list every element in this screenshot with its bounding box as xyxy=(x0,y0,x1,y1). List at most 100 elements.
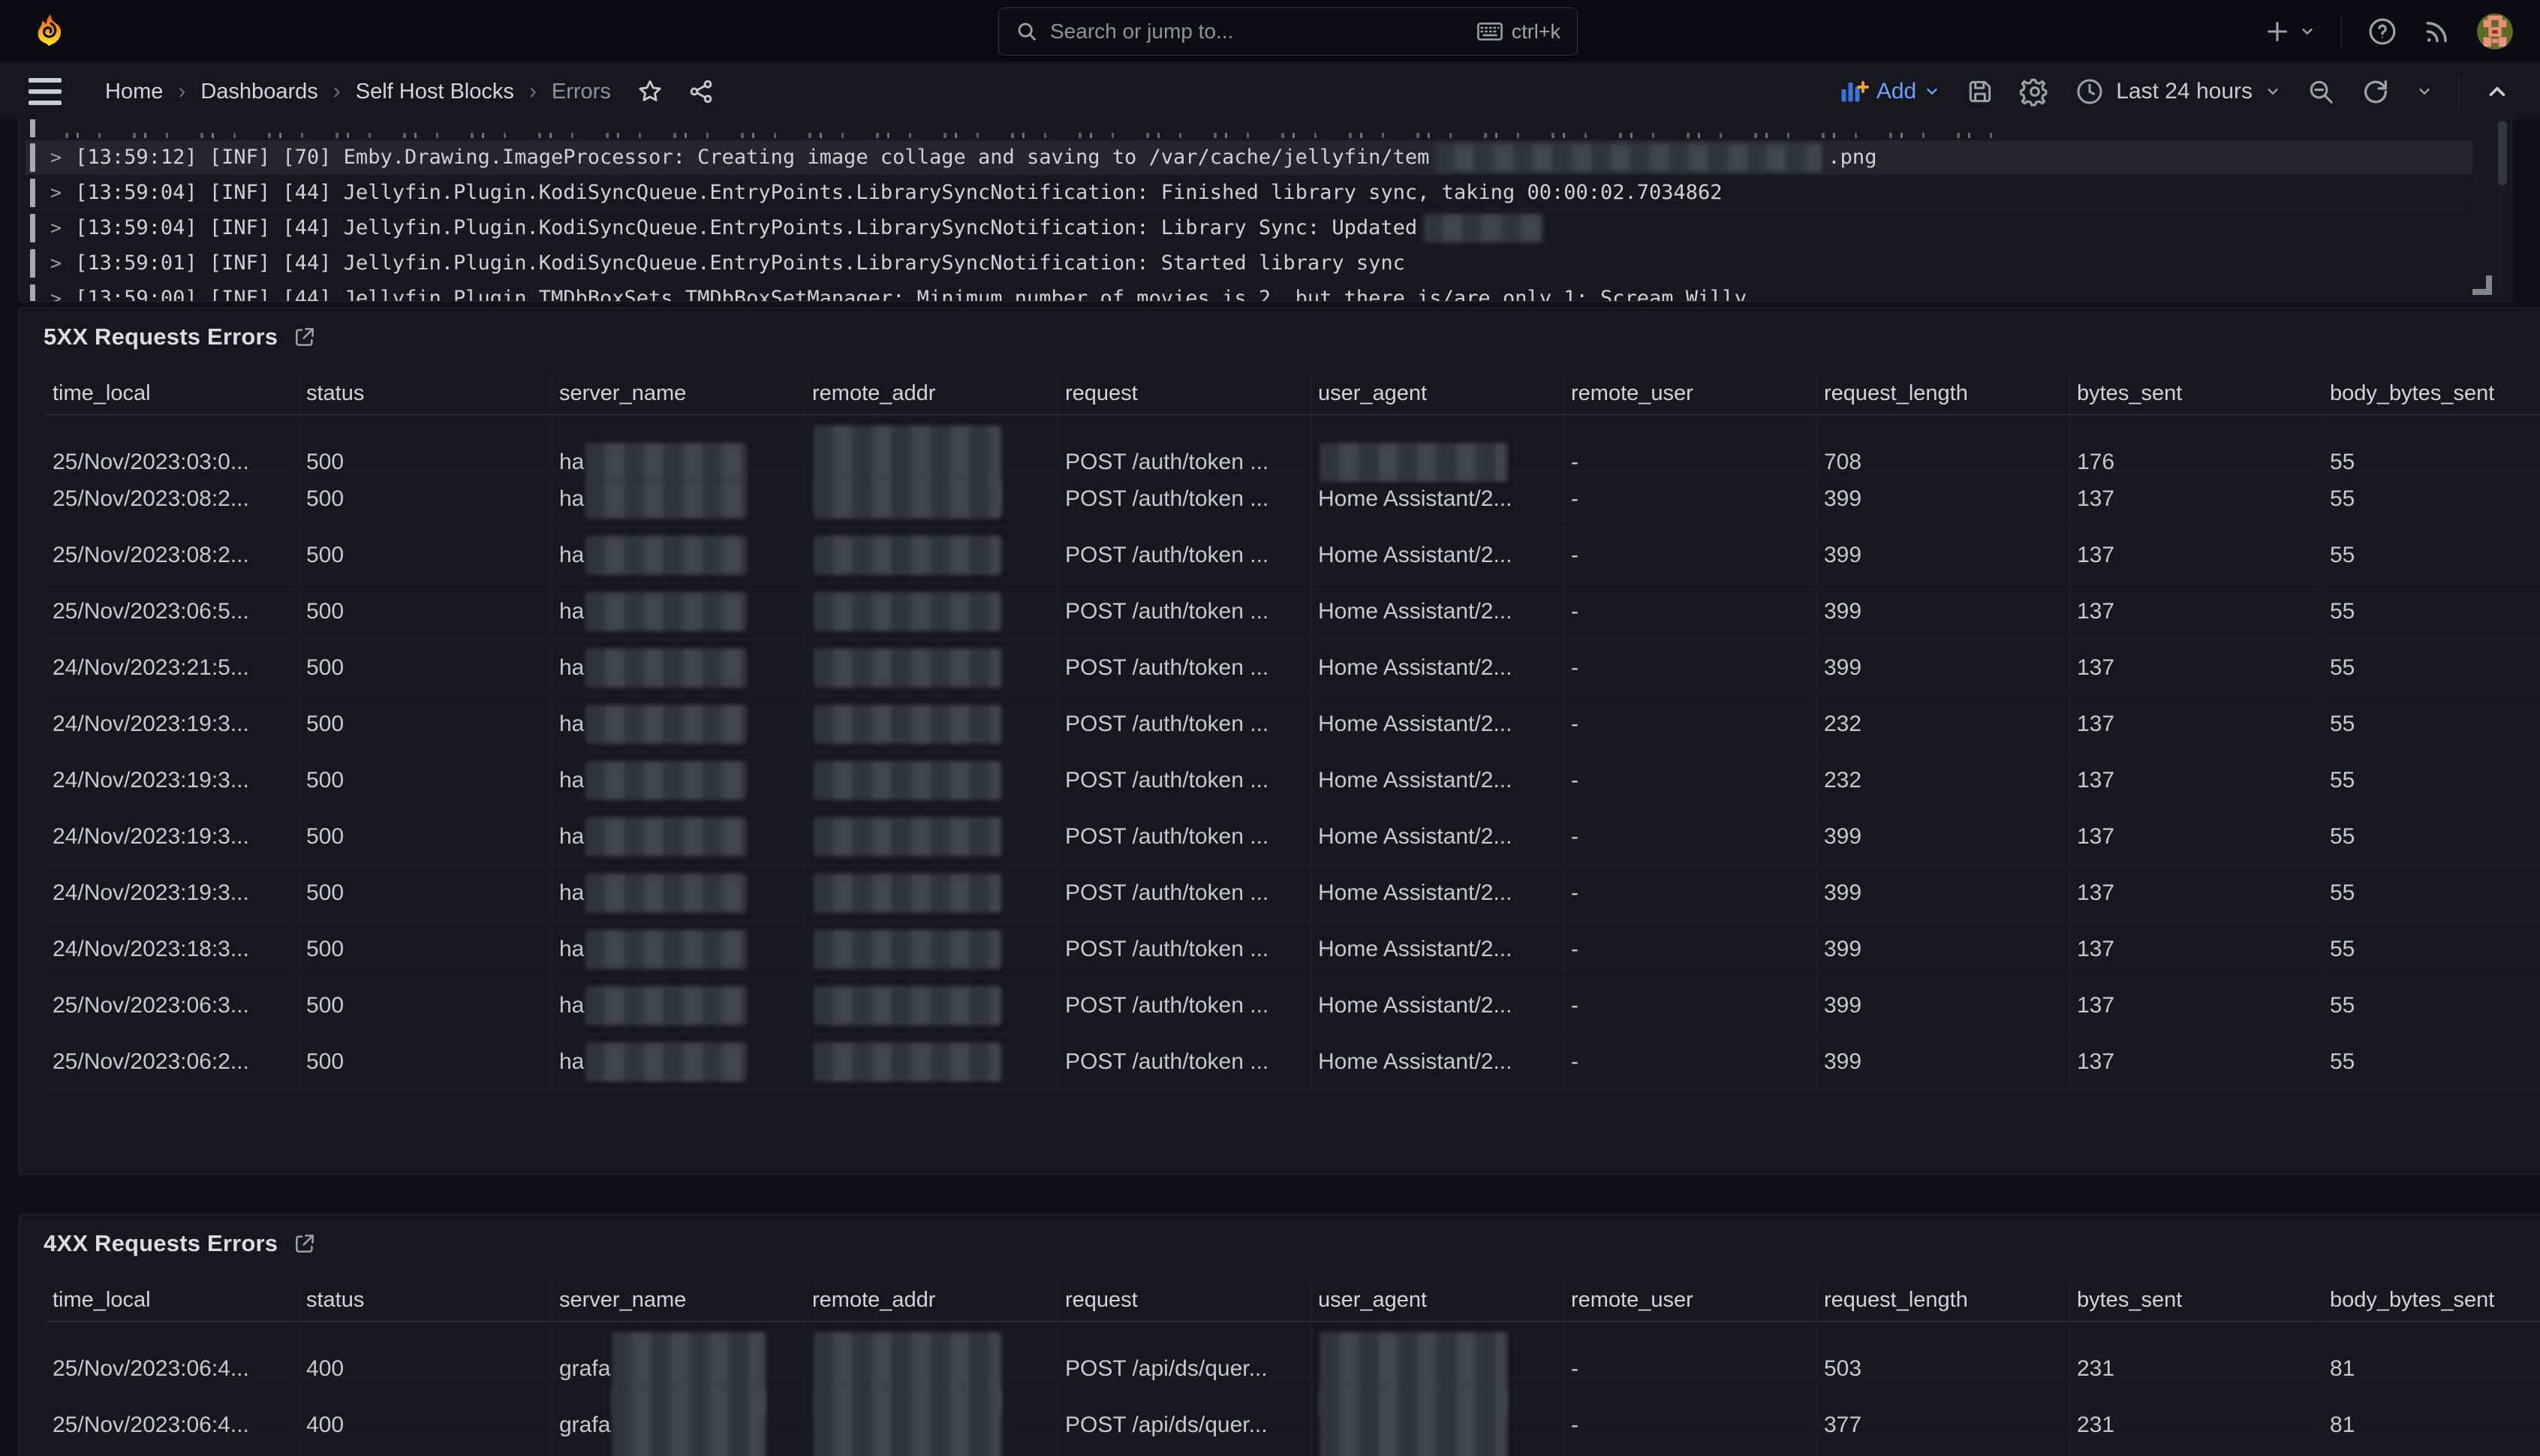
column-header[interactable]: bytes_sent xyxy=(2069,1280,2322,1321)
column-header[interactable]: request_length xyxy=(1816,1280,2069,1321)
log-row[interactable]: >[13:59:12] [INF] [70] Emby.Drawing.Imag… xyxy=(26,140,2472,175)
cell-text: POST /auth/token ... xyxy=(1065,711,1268,737)
table-cell xyxy=(1311,1378,1563,1456)
table-cell: 137 xyxy=(2069,865,2322,921)
cell-text: - xyxy=(1571,993,1578,1018)
zoom-out-button[interactable] xyxy=(2307,77,2335,106)
time-range-picker[interactable]: Last 24 hours xyxy=(2075,77,2281,106)
table-cell: 500 xyxy=(299,528,552,583)
table-cell xyxy=(805,640,1058,696)
add-panel-button[interactable]: Add xyxy=(1839,78,1940,105)
log-expand-icon[interactable]: > xyxy=(50,217,62,239)
cell-text: 24/Nov/2023:21:5... xyxy=(53,655,249,681)
panel-title[interactable]: 4XX Requests Errors xyxy=(44,1230,278,1257)
table-cell: 25/Nov/2023:06:4... xyxy=(46,1378,299,1456)
column-header[interactable]: body_bytes_sent xyxy=(2322,1280,2540,1321)
share-button[interactable] xyxy=(688,78,715,105)
cell-text: - xyxy=(1571,543,1578,568)
column-header[interactable]: user_agent xyxy=(1311,1280,1563,1321)
refresh-interval-chevron-icon[interactable] xyxy=(2416,83,2433,100)
table-cell xyxy=(805,1378,1058,1456)
breadcrumb-item[interactable]: Self Host Blocks xyxy=(356,80,514,104)
search-input[interactable]: Search or jump to... ctrl+k xyxy=(998,8,1578,56)
column-header[interactable]: server_name xyxy=(552,373,805,414)
panel-title[interactable]: 5XX Requests Errors xyxy=(44,323,278,350)
cell-text: 55 xyxy=(2330,880,2355,906)
table-cell xyxy=(805,528,1058,583)
log-expand-icon[interactable]: > xyxy=(50,182,62,203)
external-link-icon[interactable] xyxy=(293,1232,317,1256)
zoom-out-icon xyxy=(2307,77,2335,106)
news-button[interactable] xyxy=(2423,17,2451,46)
redacted-cell xyxy=(585,480,747,519)
breadcrumb-item[interactable]: Home xyxy=(105,80,163,104)
favorite-button[interactable] xyxy=(637,78,664,105)
table-cell: 24/Nov/2023:19:3... xyxy=(46,696,299,752)
dashboard-settings-button[interactable] xyxy=(2020,77,2050,107)
column-header[interactable]: time_local xyxy=(46,373,299,414)
menu-toggle-button[interactable] xyxy=(29,78,62,105)
divider xyxy=(2458,75,2459,108)
table-cell: 500 xyxy=(299,922,552,977)
log-row[interactable]: >[13:59:00] [INF] [44] Jellyfin.Plugin.T… xyxy=(26,281,2472,302)
table-cell: 232 xyxy=(1816,753,2069,808)
column-header[interactable]: server_name xyxy=(552,1280,805,1321)
redacted-cell xyxy=(814,986,1001,1025)
log-row[interactable]: >[13:59:04] [INF] [44] Jellyfin.Plugin.K… xyxy=(26,211,2472,245)
cell-text: 137 xyxy=(2077,1049,2114,1075)
column-header[interactable]: body_bytes_sent xyxy=(2322,373,2540,414)
column-header[interactable]: remote_user xyxy=(1563,373,1816,414)
cell-text: 500 xyxy=(306,880,344,906)
column-header[interactable]: time_local xyxy=(46,1280,299,1321)
table-cell: 377 xyxy=(1816,1378,2069,1456)
column-header[interactable]: request xyxy=(1058,1280,1311,1321)
panel-resize-handle[interactable] xyxy=(2472,275,2492,295)
table-cell: Home Assistant/2... xyxy=(1311,809,1563,865)
table-header-row: time_localstatusserver_nameremote_addrre… xyxy=(46,373,2540,415)
table-cell: - xyxy=(1563,1378,1816,1456)
breadcrumb-item[interactable]: Dashboards xyxy=(200,80,318,104)
new-item-button[interactable] xyxy=(2265,19,2316,44)
grafana-logo[interactable] xyxy=(33,13,68,50)
cell-text: - xyxy=(1571,1049,1578,1075)
column-header[interactable]: user_agent xyxy=(1311,373,1563,414)
cell-text: 399 xyxy=(1824,599,1861,624)
column-header[interactable]: remote_addr xyxy=(805,1280,1058,1321)
cell-text: - xyxy=(1571,937,1578,962)
cell-text: ha xyxy=(559,824,584,850)
table-cell: 25/Nov/2023:06:5... xyxy=(46,584,299,639)
cell-text: 399 xyxy=(1824,486,1861,512)
log-message: [13:59:01] [INF] [44] Jellyfin.Plugin.Ko… xyxy=(75,252,1405,275)
log-expand-icon[interactable]: > xyxy=(50,146,62,168)
cell-text: 24/Nov/2023:18:3... xyxy=(53,937,249,962)
table-cell xyxy=(805,1034,1058,1090)
table-cell: 24/Nov/2023:18:3... xyxy=(46,922,299,977)
table-cell xyxy=(805,696,1058,752)
log-row[interactable]: > [13:59:01] [INF] [44] Jellyfin.Plugin.K… xyxy=(26,246,2472,281)
column-header[interactable]: status xyxy=(299,1280,552,1321)
column-header[interactable]: request xyxy=(1058,373,1311,414)
column-header[interactable]: status xyxy=(299,373,552,414)
cell-text: Home Assistant/2... xyxy=(1318,1049,1512,1075)
cell-text: POST /api/ds/quer... xyxy=(1065,1412,1268,1438)
cell-text: Home Assistant/2... xyxy=(1318,993,1512,1018)
log-expand-icon[interactable]: > xyxy=(50,252,62,274)
cell-text: 500 xyxy=(306,711,344,737)
column-header[interactable]: request_length xyxy=(1816,373,2069,414)
logs-scrollbar[interactable] xyxy=(2496,116,2508,299)
collapse-toolbar-button[interactable] xyxy=(2484,79,2510,104)
external-link-icon[interactable] xyxy=(293,325,317,349)
column-header[interactable]: remote_addr xyxy=(805,373,1058,414)
redacted-cell xyxy=(814,930,1001,969)
column-header[interactable]: bytes_sent xyxy=(2069,373,2322,414)
refresh-button[interactable] xyxy=(2361,77,2391,107)
log-row[interactable]: >[13:59:04] [INF] [44] Jellyfin.Plugin.K… xyxy=(26,176,2472,210)
log-expand-icon[interactable]: > xyxy=(50,287,62,302)
logs-scrollbar-thumb[interactable] xyxy=(2498,121,2507,185)
help-button[interactable] xyxy=(2367,17,2397,47)
cell-text: - xyxy=(1571,824,1578,850)
user-avatar[interactable] xyxy=(2477,14,2513,50)
save-dashboard-button[interactable] xyxy=(1966,77,1994,106)
redacted-cell xyxy=(814,874,1001,913)
column-header[interactable]: remote_user xyxy=(1563,1280,1816,1321)
